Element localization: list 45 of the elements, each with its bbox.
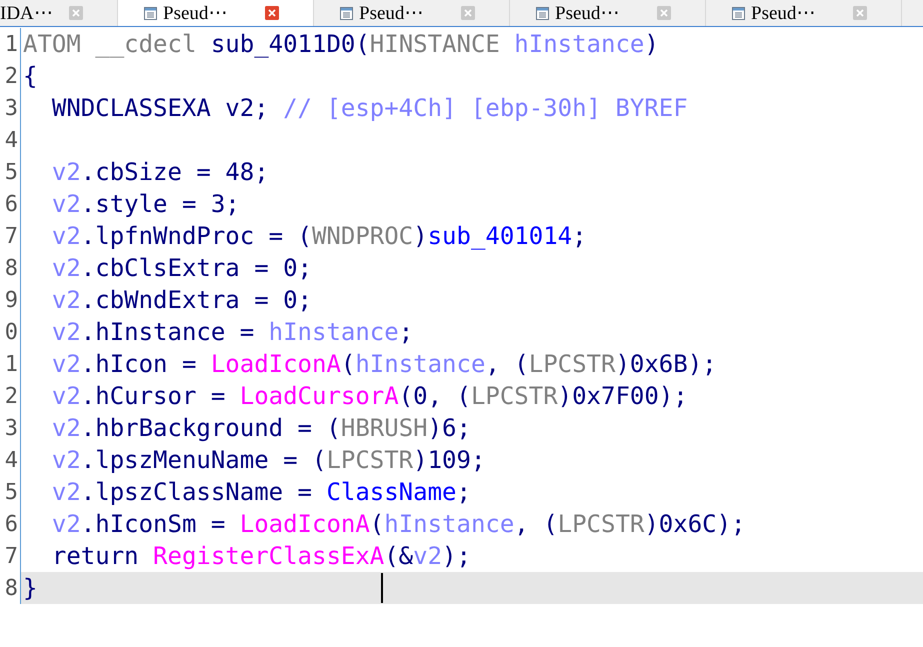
code-line: WNDCLASSEXA v2; // [esp+4Ch] [ebp-30h] BYREF [52,93,688,123]
document-icon [340,6,353,20]
line-number: 6 [4,192,18,216]
line-number: 5 [4,160,18,184]
line-number: 2 [4,384,18,408]
code-line: ATOM __cdecl sub_4011D0(HINSTANCE hInstance) [23,29,659,59]
code-line: } [23,573,38,603]
code-line: v2.cbWndExtra = 0; [52,285,312,315]
document-icon [732,6,745,20]
tab[interactable]: Pseud⋯ [510,0,706,26]
document-icon [144,6,157,20]
line-number: 3 [4,96,18,120]
code-line: v2.hCursor = LoadCursorA(0, (LPCSTR)0x7F00); [52,381,688,411]
code-line: return RegisterClassExA(&v2); [52,541,471,571]
line-number: 9 [4,288,18,312]
line-number: 7 [4,544,18,568]
code-line: { [23,61,38,91]
line-number: 1 [4,352,18,376]
text-cursor [381,573,383,603]
document-icon [536,6,549,20]
line-number: 8 [4,576,18,600]
code-line: v2.lpszMenuName = (LPCSTR)109; [52,445,486,475]
code-line: v2.lpfnWndProc = (WNDPROC)sub_401014; [52,221,587,251]
line-number: 2 [4,64,18,88]
code-line: v2.hIcon = LoadIconA(hInstance, (LPCSTR)0x6B); [52,349,717,379]
code-line: v2.hbrBackground = (HBRUSH)6; [52,413,471,443]
close-icon[interactable] [265,6,279,20]
code-line: v2.hInstance = hInstance; [52,317,414,347]
tab[interactable]: Pseud⋯ [118,0,314,26]
line-number: 0 [4,320,18,344]
line-number: 8 [4,256,18,280]
tab[interactable]: Pseud⋯ [314,0,510,26]
line-number: 6 [4,512,18,536]
line-number: 1 [4,32,18,56]
tab[interactable]: Pseud⋯ [706,0,902,26]
line-number: 4 [4,448,18,472]
line-number: 3 [4,416,18,440]
code-line: v2.lpszClassName = ClassName; [52,477,471,507]
line-number: 5 [4,480,18,504]
code-line: v2.style = 3; [52,189,240,219]
line-number: 4 [4,128,18,152]
code-line: v2.cbSize = 48; [52,157,269,187]
code-line: v2.cbClsExtra = 0; [52,253,312,283]
code-line: v2.hIconSm = LoadIconA(hInstance, (LPCSTR)0x6C); [52,509,746,539]
line-number: 7 [4,224,18,248]
